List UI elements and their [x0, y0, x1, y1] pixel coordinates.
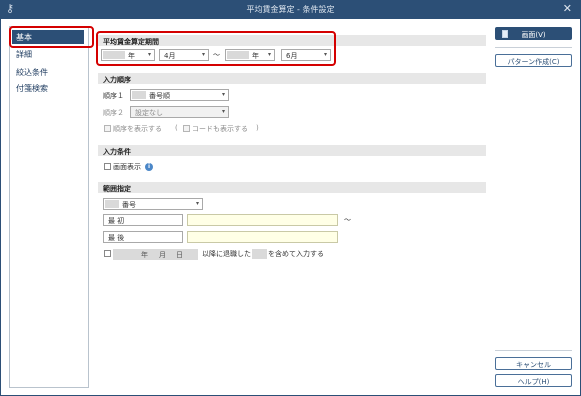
masked-value — [132, 91, 146, 99]
month-label: 月 — [159, 251, 166, 259]
pattern-create-button[interactable]: パターン作成(C) — [495, 54, 572, 67]
range-type-select[interactable]: 番号 ▾ — [103, 198, 203, 210]
help-button[interactable]: ヘルプ(H) — [495, 374, 572, 387]
order-heading: 入力順序 — [98, 73, 486, 84]
range-last-label-box: 最 後 — [103, 231, 183, 243]
range-tilde: ～ — [344, 216, 351, 224]
order2-select[interactable]: 設定なし ▾ — [130, 106, 229, 118]
show-order-label: 順序を表示する — [113, 125, 162, 133]
screen-display-label: 画面表示 — [113, 163, 141, 171]
sidebar-item-filter[interactable]: 絞込条件 — [16, 67, 48, 78]
year-label: 年 — [141, 251, 148, 259]
retired-text-before: 以降に退職した — [202, 250, 251, 258]
range-first-label-box: 最 初 — [103, 214, 183, 226]
paren-close: ) — [256, 124, 259, 132]
highlight-period — [96, 31, 336, 66]
range-first-input[interactable] — [187, 214, 338, 226]
paren-open: ( — [175, 124, 178, 132]
title-bar: ⚷ 平均賃金算定 - 条件設定 ✕ — [0, 0, 581, 19]
close-icon[interactable]: ✕ — [563, 2, 572, 15]
order2-label: 順序２ — [103, 109, 124, 117]
screen-display-checkbox[interactable] — [104, 163, 111, 170]
retired-text-after: を含めて入力する — [268, 250, 324, 258]
show-code-label: コードも表示する — [192, 125, 248, 133]
divider — [495, 47, 572, 48]
cancel-button[interactable]: キャンセル — [495, 357, 572, 370]
highlight-sidebar-basic — [9, 26, 94, 48]
include-retired-checkbox[interactable] — [104, 250, 111, 257]
sidebar-item-detail[interactable]: 詳細 — [16, 49, 32, 60]
chevron-down-icon: ▾ — [221, 91, 225, 98]
masked-employee-term — [252, 249, 267, 259]
retired-date-input[interactable]: 年 月 日 — [113, 249, 198, 260]
sidebar-item-sticky-search[interactable]: 付箋検索 — [16, 83, 48, 94]
show-order-checkbox[interactable] — [104, 125, 111, 132]
order1-label: 順序１ — [103, 92, 124, 100]
show-code-checkbox[interactable] — [183, 125, 190, 132]
day-label: 日 — [176, 251, 183, 259]
sidebar: 基本 詳細 絞込条件 付箋検索 — [9, 26, 89, 388]
chevron-down-icon: ▾ — [221, 108, 225, 115]
window-title: 平均賃金算定 - 条件設定 — [246, 5, 335, 14]
screen-button[interactable]: 画面(V) — [495, 27, 572, 40]
divider — [495, 350, 572, 351]
order1-select[interactable]: 番号順 ▾ — [130, 89, 229, 101]
input-condition-heading: 入力条件 — [98, 145, 486, 156]
range-heading: 範囲指定 — [98, 182, 486, 193]
chevron-down-icon: ▾ — [195, 200, 199, 207]
info-icon[interactable]: i — [145, 163, 153, 171]
masked-value — [105, 200, 119, 208]
range-last-input[interactable] — [187, 231, 338, 243]
